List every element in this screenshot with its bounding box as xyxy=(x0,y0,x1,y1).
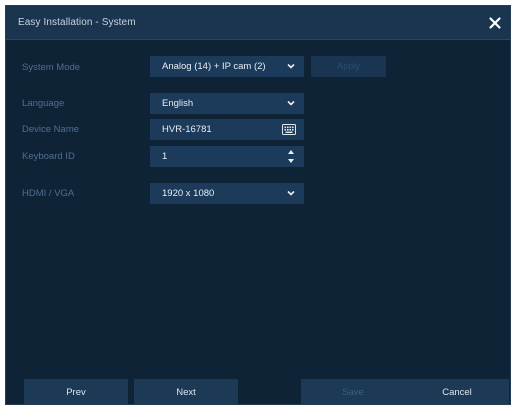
keyboard-id-stepper[interactable]: 1 xyxy=(150,146,304,167)
dialog-titlebar: Easy Installation - System xyxy=(6,6,510,40)
language-dropdown[interactable]: English xyxy=(150,93,304,114)
chevron-down-icon xyxy=(287,100,295,106)
language-label: Language xyxy=(22,98,65,109)
cancel-button[interactable]: Cancel xyxy=(405,379,509,404)
close-icon xyxy=(489,17,501,29)
device-name-label: Device Name xyxy=(22,124,80,135)
save-button[interactable]: Save xyxy=(301,379,405,404)
keyboard-id-value: 1 xyxy=(162,151,168,162)
hdmi-vga-label: HDMI / VGA xyxy=(22,188,75,199)
keyboard-icon[interactable] xyxy=(282,124,296,135)
hdmi-vga-dropdown[interactable]: 1920 x 1080 xyxy=(150,183,304,204)
device-name-field[interactable]: HVR-16781 xyxy=(150,119,304,140)
system-mode-dropdown[interactable]: Analog (14) + IP cam (2) xyxy=(150,56,304,77)
easy-installation-dialog: Easy Installation - System System Mode A… xyxy=(5,5,511,405)
system-mode-value: Analog (14) + IP cam (2) xyxy=(162,61,266,72)
chevron-down-icon xyxy=(287,190,295,196)
dialog-title: Easy Installation - System xyxy=(18,17,136,28)
language-value: English xyxy=(162,98,194,109)
system-mode-label: System Mode xyxy=(22,62,81,73)
chevron-down-icon xyxy=(287,63,295,69)
device-name-value: HVR-16781 xyxy=(162,124,212,135)
close-button[interactable] xyxy=(486,14,504,32)
keyboard-id-label: Keyboard ID xyxy=(22,151,75,162)
up-down-stepper-icon[interactable] xyxy=(287,149,295,164)
next-button[interactable]: Next xyxy=(134,379,238,404)
apply-button[interactable]: Apply xyxy=(311,56,386,77)
prev-button[interactable]: Prev xyxy=(24,379,128,404)
hdmi-vga-value: 1920 x 1080 xyxy=(162,188,215,199)
